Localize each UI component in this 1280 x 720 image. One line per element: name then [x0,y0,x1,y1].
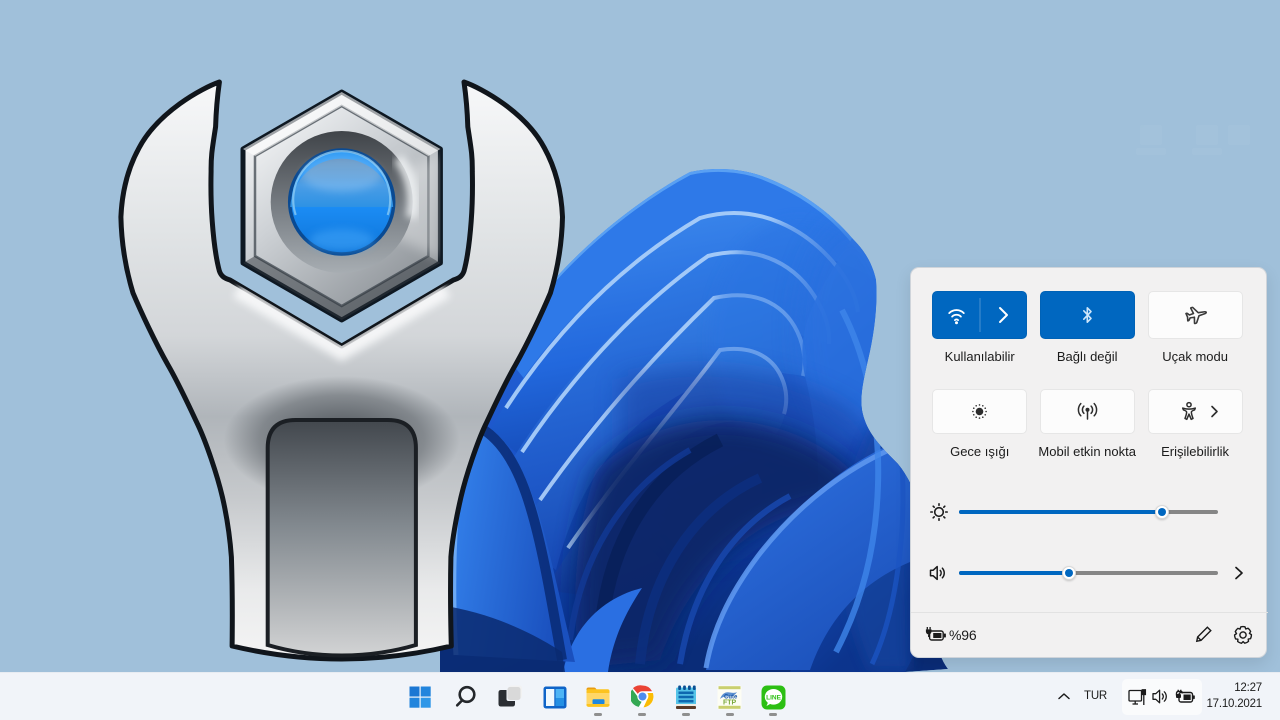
svg-text:FTP: FTP [723,700,737,707]
svg-text:LINE: LINE [766,694,781,701]
